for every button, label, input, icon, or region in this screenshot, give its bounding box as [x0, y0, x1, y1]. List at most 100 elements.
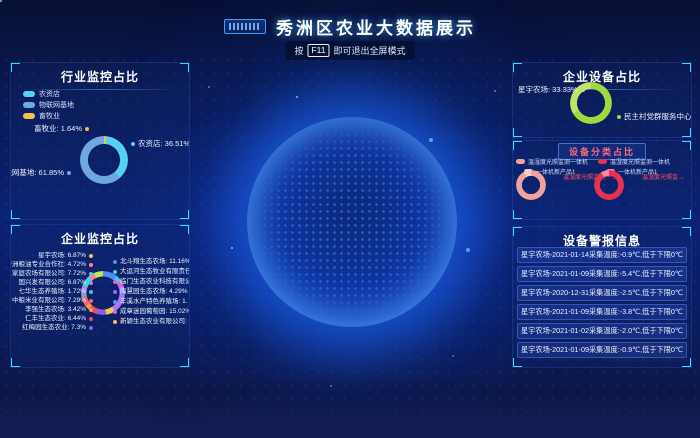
chart-label-text: 成章迷园葡萄园: 15.02%	[120, 309, 190, 316]
chart-label-text: 李强生态农场: 3.42%	[25, 307, 86, 314]
globe-visualization	[247, 117, 457, 327]
chart-label-text: 民主村党群服务中心:	[624, 113, 692, 121]
legend-swatch	[516, 159, 525, 164]
chart-label-text: 农资店: 36.51%	[138, 140, 190, 148]
brand-logo	[224, 19, 266, 34]
chart-label-text: 大运河生态牧业有限责任公	[120, 269, 190, 276]
background-floor	[0, 405, 700, 438]
hint-suffix: 即可退出全屏模式	[334, 44, 406, 57]
label-dot	[113, 300, 117, 304]
chart-label-text: 临门生态农业科技有限公	[120, 279, 190, 286]
label-dot	[89, 254, 93, 258]
device-class-donut-left[interactable]	[516, 170, 546, 200]
legend-item[interactable]: 农资店	[23, 89, 60, 99]
chart-label-text: 新颖生态农业有限公司: 6.87%	[120, 319, 190, 326]
chart-label-text: 红梅园生态农业: 7.3%	[22, 325, 86, 332]
alarm-row: 星宇农场-2021-01-09采集温度:-0.9℃,低于下限0℃	[517, 342, 687, 358]
chart-label-text: 仁丰生态农业: 6.44%	[25, 316, 86, 323]
background-particles	[0, 0, 2, 2]
alarm-row: 星宇农场-2021-01-09采集温度:-5.4℃,低于下限0℃	[517, 266, 687, 282]
panel-enterprise-monitor: 企业监控占比 星宇农场: 6.87% 秀洲粮油专业合作社: 4.72% 家庭农场…	[10, 224, 190, 368]
label-dot	[617, 115, 621, 119]
chart-label: 李强生态农场: 3.42%	[25, 307, 93, 314]
device-class-donut-right[interactable]	[594, 170, 624, 200]
legend-label: 畜牧业	[39, 111, 60, 121]
legend-swatch	[23, 102, 35, 108]
chart-label-text: 陶慧园生态农场: 4.29%	[120, 289, 188, 296]
f11-key-badge: F11	[307, 44, 329, 57]
chart-label: 畜牧业: 1.64%	[34, 125, 89, 133]
label-dot	[113, 290, 117, 294]
label-dot	[113, 270, 117, 274]
industry-donut-chart[interactable]	[80, 136, 128, 184]
label-dot	[85, 127, 89, 131]
chart-label-text: 星宇农场: 6.87%	[38, 253, 86, 260]
chart-label: 临门生态农业科技有限公	[113, 279, 190, 286]
panel-title: 企业设备占比	[513, 68, 691, 85]
label-dot	[89, 281, 93, 285]
legend-item[interactable]: 物联网基地	[23, 100, 74, 110]
legend-item[interactable]: 温湿度光照监测一体机	[516, 157, 588, 166]
chart-label: 丰溪水产特色养殖场: 1.	[113, 299, 188, 306]
panel-title: 企业监控占比	[11, 230, 189, 247]
label-dot	[89, 263, 93, 267]
legend-item[interactable]: 畜牧业	[23, 111, 60, 121]
header: 秀洲区农业大数据展示	[0, 14, 700, 39]
legend-label: 农资店	[39, 89, 60, 99]
legend-swatch	[598, 159, 607, 164]
chart-label-text: 中粮米业有限公司: 7.29%	[12, 298, 86, 305]
chart-label-text: 七华生态养殖场: 1.72%	[18, 289, 86, 296]
chart-label-text: 畜牧业: 1.64%	[34, 125, 82, 133]
legend-item[interactable]: 温湿度光照监测一体机	[598, 157, 670, 166]
label-dot	[67, 171, 71, 175]
label-dot	[113, 280, 117, 284]
panel-device-class: 设备分类占比 温湿度光照监测一体机 一体机新产品1 温湿度光照监测一→ 温湿度光…	[512, 140, 692, 220]
chart-label: 家庭农场有限公司: 7.72%	[12, 271, 93, 278]
dashboard: 秀洲区农业大数据展示 按 F11 即可退出全屏模式 行业监控占比 农资店 物联网…	[0, 0, 700, 438]
chart-label: 国兴发有限公司: 6.87%	[18, 280, 93, 287]
legend-swatch	[23, 91, 35, 97]
chart-label: 红梅园生态农业: 7.3%	[22, 325, 93, 332]
chart-label-text: 丰溪水产特色养殖场: 1.	[120, 299, 188, 306]
chart-label-text: 国兴发有限公司: 6.87%	[18, 280, 86, 287]
label-dot	[113, 260, 117, 264]
label-dot	[89, 299, 93, 303]
chart-label: 中粮米业有限公司: 7.29%	[12, 298, 93, 305]
chart-label: 星宇农场: 6.87%	[38, 253, 93, 260]
chart-label: 物联网基地: 61.85%	[10, 169, 71, 177]
hint-prefix: 按	[294, 44, 303, 57]
alarm-row: 星宇农场-2020-12-31采集温度:-2.5℃,低于下限0℃	[517, 285, 687, 301]
label-dot	[89, 290, 93, 294]
label-dot	[89, 326, 93, 330]
alarm-row: 星宇农场-2021-01-02采集温度:-2.0℃,低于下限0℃	[517, 323, 687, 339]
panel-title: 行业监控占比	[11, 68, 189, 85]
label-dot	[131, 142, 135, 146]
chart-label-text: 星宇农场: 33.33%	[518, 86, 578, 94]
chart-label-text: 物联网基地: 61.85%	[10, 169, 64, 177]
panel-industry-monitor: 行业监控占比 农资店 物联网基地 畜牧业 畜牧业: 1.64% 农资店: 36.…	[10, 62, 190, 220]
chart-label: 农资店: 36.51%	[131, 140, 190, 148]
chart-label: 成章迷园葡萄园: 15.02%	[113, 309, 190, 316]
legend-label: 温湿度光照监测一体机	[528, 157, 588, 166]
label-dot	[89, 317, 93, 321]
label-dot	[89, 308, 93, 312]
chart-label: 北斗翔生态农场: 11.16%	[113, 259, 190, 266]
chart-label: 仁丰生态农业: 6.44%	[25, 316, 93, 323]
chart-label: 大运河生态牧业有限责任公	[113, 269, 190, 276]
legend-label: 物联网基地	[39, 100, 74, 110]
chart-label-text: 家庭农场有限公司: 7.72%	[12, 271, 86, 278]
legend-swatch	[23, 113, 35, 119]
alarm-row: 星宇农场-2021-01-09采集温度:-3.8℃,低于下限0℃	[517, 304, 687, 320]
chart-label-text: 秀洲粮油专业合作社: 4.72%	[10, 262, 86, 269]
chart-label: 陶慧园生态农场: 4.29%	[113, 289, 188, 296]
label-dot	[581, 88, 585, 92]
device-class-label-right: 温湿度光照监→	[642, 172, 684, 181]
fullscreen-hint: 按 F11 即可退出全屏模式	[285, 41, 414, 60]
panel-equipment-ratio: 企业设备占比 星宇农场: 33.33% 民主村党群服务中心:	[512, 62, 692, 138]
page-title: 秀洲区农业大数据展示	[276, 14, 476, 39]
chart-label: 新颖生态农业有限公司: 6.87%	[113, 319, 190, 326]
chart-label: 星宇农场: 33.33%	[518, 86, 585, 94]
chart-label: 民主村党群服务中心:	[617, 113, 692, 121]
label-dot	[113, 310, 117, 314]
panel-device-alarms: 设备警报信息 星宇农场-2021-01-14采集温度:-0.9℃,低于下限0℃ …	[512, 226, 692, 368]
